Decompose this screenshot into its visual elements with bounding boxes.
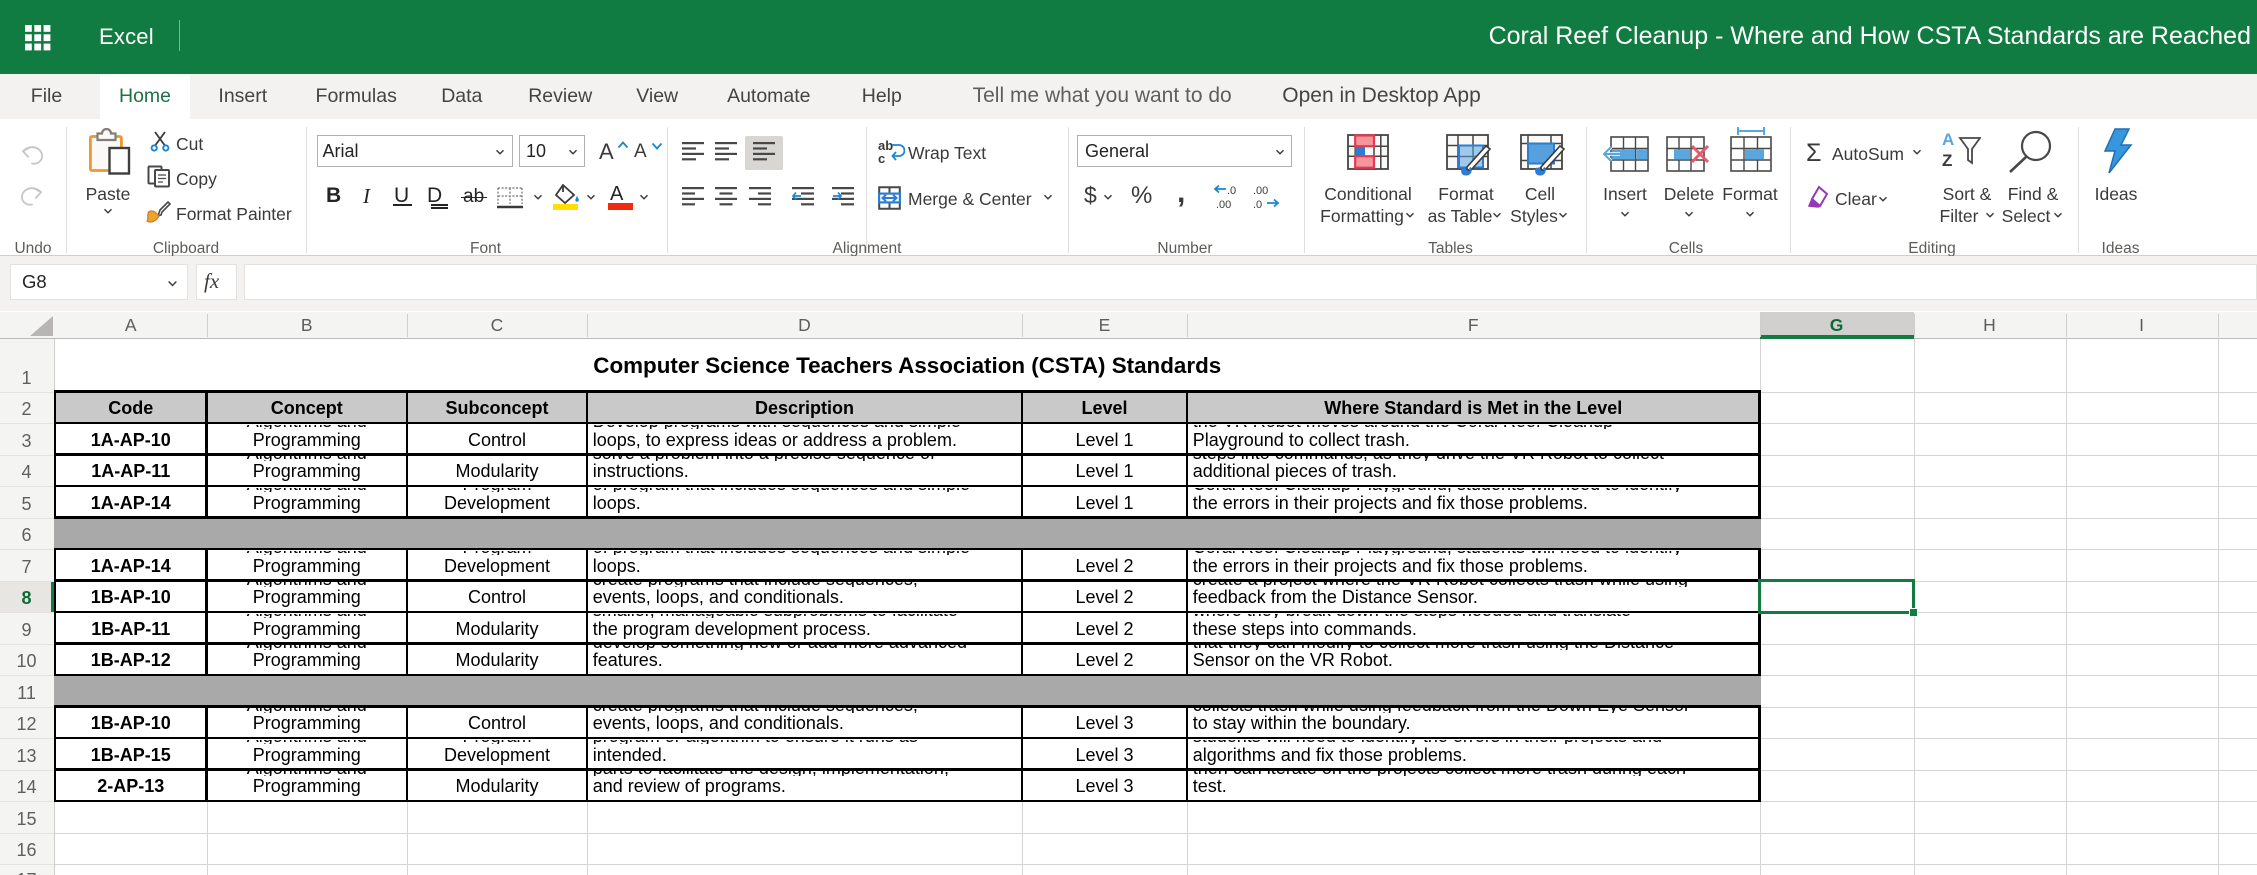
svg-text:A: A	[1942, 130, 1954, 149]
svg-text:.0: .0	[1253, 199, 1262, 210]
svg-text:Z: Z	[1942, 151, 1952, 170]
svg-text:.0: .0	[1227, 185, 1236, 197]
svg-text:.00: .00	[1216, 199, 1231, 210]
svg-text:.00: .00	[1253, 185, 1268, 197]
svg-text:c: c	[878, 151, 885, 166]
